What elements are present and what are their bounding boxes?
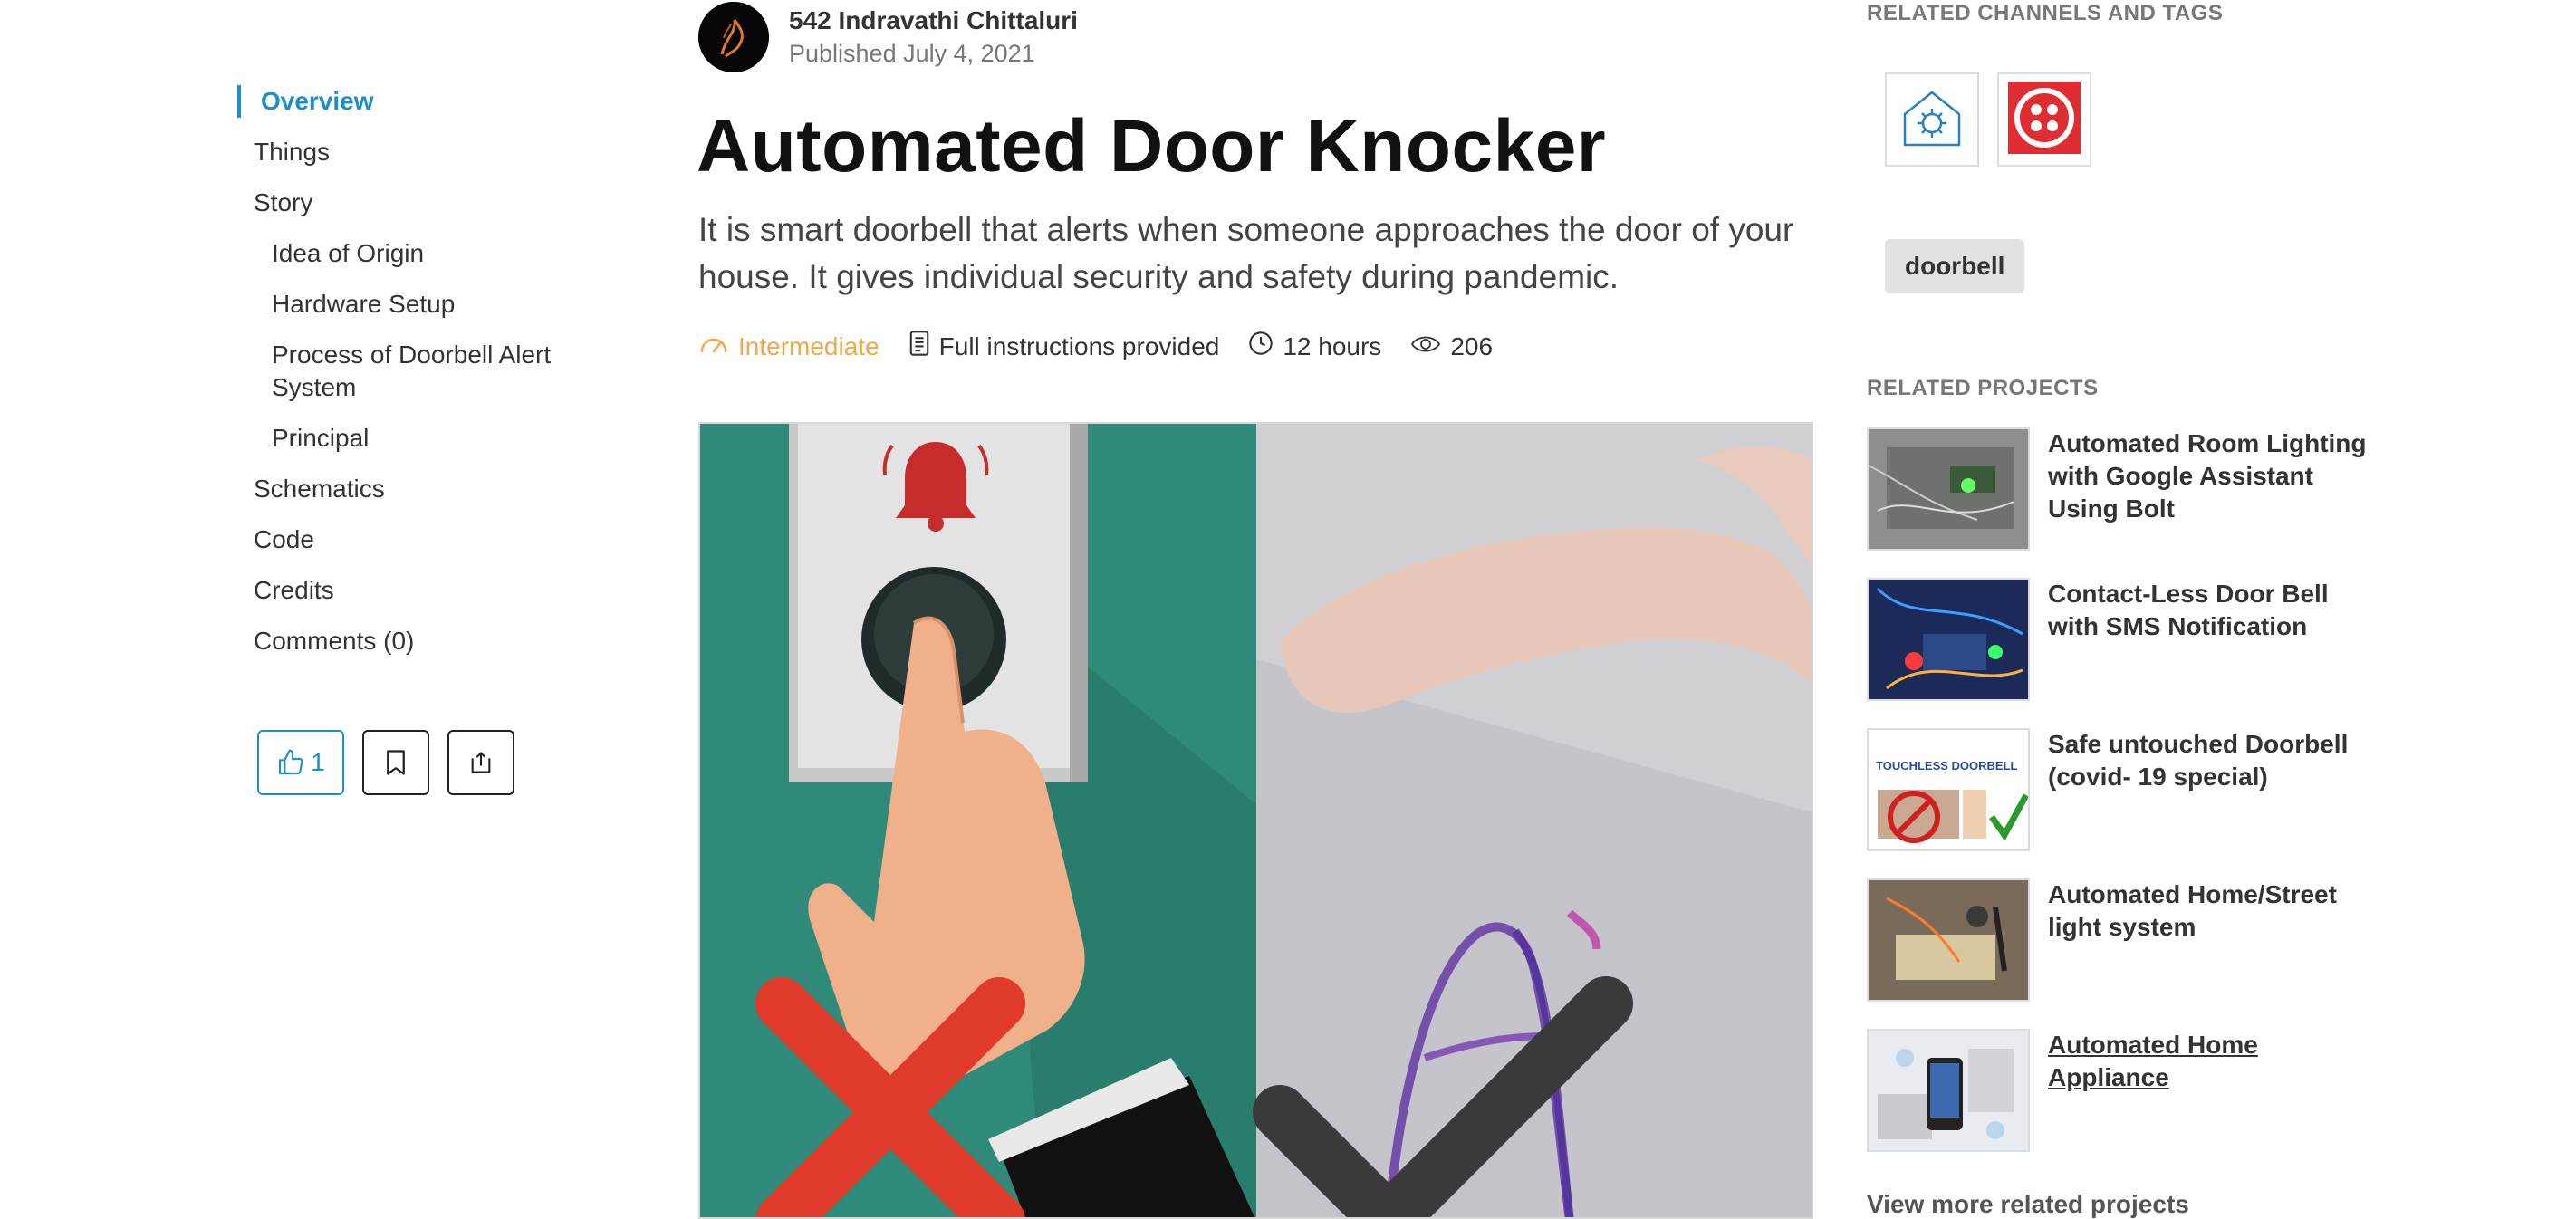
duration-label: 12 hours (1283, 331, 1382, 360)
toc-item-hardware-setup[interactable]: Hardware Setup (237, 288, 618, 321)
related-project-title[interactable]: Contact-Less Door Bell with SMS Notifica… (2048, 578, 2374, 728)
related-projects-list: Automated Room Lighting with Google Assi… (1867, 427, 2374, 1179)
like-button[interactable]: 1 (257, 730, 344, 795)
right-sidebar: RELATED CHANNELS AND TAGS doorbell RELAT… (1867, 0, 2374, 1218)
instructions-label: Full instructions provided (938, 331, 1220, 360)
bookmark-button[interactable] (362, 730, 429, 795)
related-project-item[interactable]: TOUCHLESS DOORBELL Safe untouched Doorbe… (1867, 728, 2374, 878)
author-avatar[interactable] (698, 2, 769, 72)
project-thumbnail (1867, 878, 2030, 1002)
toc-item-principal[interactable]: Principal (237, 422, 618, 455)
eye-icon (1410, 332, 1441, 361)
related-project-title[interactable]: Automated Home/Street light system (2048, 878, 2374, 1029)
share-icon (468, 750, 494, 775)
project-thumbnail (1867, 427, 2030, 551)
document-icon (908, 330, 930, 363)
toc-item-process[interactable]: Process of Doorbell Alert System (237, 339, 580, 404)
author-name[interactable]: 542 Indravathi Chittaluri (789, 5, 1078, 37)
channel-list (1885, 72, 2091, 167)
publish-date: Published July 4, 2021 (789, 40, 1035, 67)
toc-item-things[interactable]: Things (237, 136, 618, 168)
channels-title: RELATED CHANNELS AND TAGS (1867, 1, 2224, 25)
table-of-contents: Overview Things Story Idea of Origin Har… (237, 85, 618, 676)
toc-item-schematics[interactable]: Schematics (237, 473, 618, 505)
tag-doorbell[interactable]: doorbell (1885, 239, 2025, 293)
project-title: Automated Door Knocker (697, 105, 1607, 187)
author-block: 542 Indravathi Chittaluri Published July… (698, 2, 1078, 72)
instructions-info: Full instructions provided (908, 330, 1220, 363)
difficulty-level: Intermediate (698, 332, 879, 361)
thumbnail-caption: TOUCHLESS DOORBELL (1876, 759, 2018, 773)
toc-item-idea-of-origin[interactable]: Idea of Origin (237, 237, 618, 270)
related-project-item[interactable]: Automated Room Lighting with Google Assi… (1867, 427, 2374, 578)
related-project-item[interactable]: Automated Home Appliance (1867, 1029, 2374, 1179)
views-count: 206 (1450, 331, 1494, 360)
related-project-title[interactable]: Automated Room Lighting with Google Assi… (2048, 427, 2374, 578)
duration-info: 12 hours (1248, 331, 1381, 362)
project-meta: Intermediate Full instructions provided … (698, 330, 1522, 363)
related-project-item[interactable]: Automated Home/Street light system (1867, 878, 2374, 1029)
twilio-logo-icon (2006, 80, 2082, 160)
bookmark-icon (384, 749, 408, 776)
channel-twilio[interactable] (1997, 72, 2091, 167)
related-project-title[interactable]: Automated Home Appliance (2048, 1029, 2374, 1179)
project-thumbnail (1867, 1029, 2030, 1152)
toc-item-code[interactable]: Code (237, 523, 618, 556)
clock-icon (1248, 331, 1274, 362)
related-project-item[interactable]: Contact-Less Door Bell with SMS Notifica… (1867, 578, 2374, 728)
thumbs-up-icon (276, 748, 305, 777)
project-description: It is smart doorbell that alerts when so… (698, 211, 1794, 295)
related-project-title[interactable]: Safe untouched Doorbell (covid- 19 speci… (2048, 728, 2374, 878)
hero-image (698, 422, 1813, 1219)
view-more-related-link[interactable]: View more related projects (1867, 1190, 2189, 1219)
like-count: 1 (311, 748, 325, 776)
channel-smart-home[interactable] (1885, 72, 1979, 167)
project-thumbnail (1867, 578, 2030, 701)
gauge-icon (698, 332, 729, 361)
related-projects-title: RELATED PROJECTS (1867, 376, 2099, 400)
difficulty-label: Intermediate (738, 331, 879, 360)
toc-item-overview[interactable]: Overview (237, 85, 618, 118)
toc-item-story[interactable]: Story (237, 187, 618, 219)
project-thumbnail: TOUCHLESS DOORBELL (1867, 728, 2030, 851)
share-button[interactable] (447, 730, 514, 795)
toc-item-credits[interactable]: Credits (237, 574, 618, 607)
toc-item-comments[interactable]: Comments (0) (237, 625, 618, 657)
views-info: 206 (1410, 332, 1493, 361)
project-actions: 1 (257, 730, 514, 795)
home-gear-icon (1896, 82, 1968, 158)
